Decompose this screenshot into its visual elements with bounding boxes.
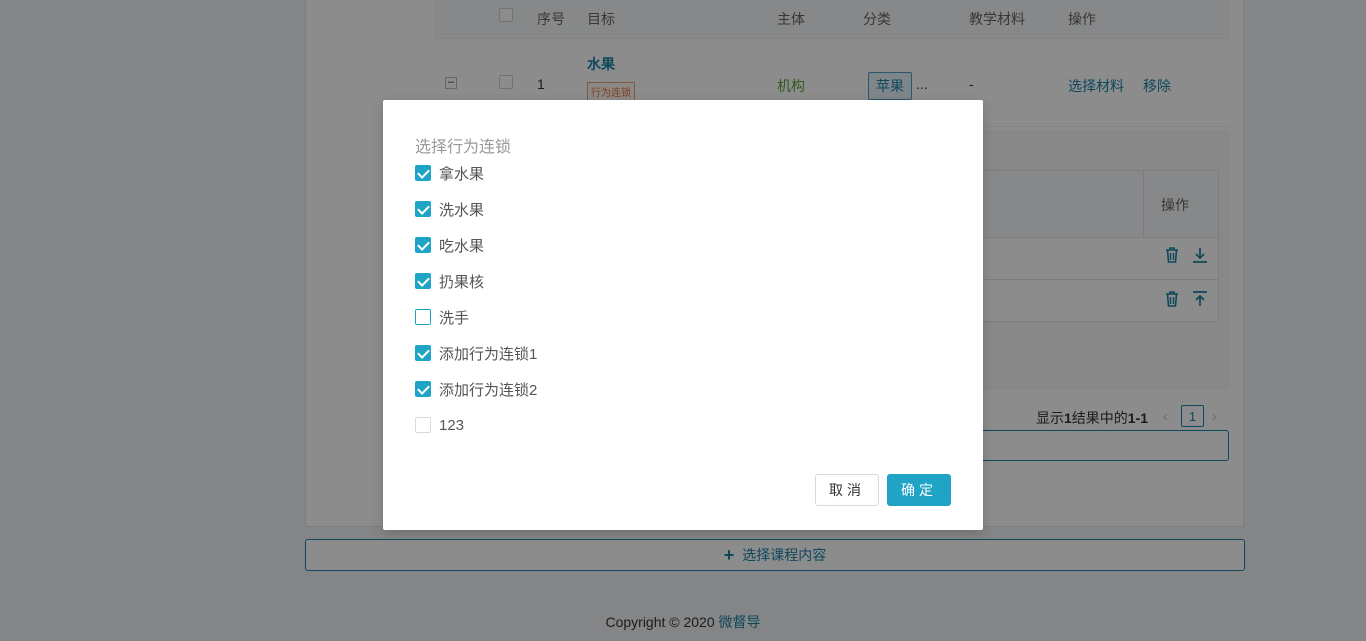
- checkbox-unchecked-icon[interactable]: [415, 417, 431, 433]
- option-label: 洗水果: [439, 201, 485, 219]
- option-label: 添加行为连锁2: [439, 381, 538, 399]
- option-item[interactable]: 添加行为连锁2: [415, 379, 537, 399]
- option-label: 拿水果: [439, 165, 485, 183]
- cancel-button[interactable]: 取消: [815, 474, 879, 506]
- option-item[interactable]: 拿水果: [415, 163, 484, 183]
- checkbox-checked-icon[interactable]: [415, 345, 431, 361]
- option-label: 扔果核: [439, 273, 485, 291]
- option-label: 吃水果: [439, 237, 485, 255]
- checkbox-checked-icon[interactable]: [415, 165, 431, 181]
- checkbox-checked-icon[interactable]: [415, 273, 431, 289]
- checkbox-checked-icon[interactable]: [415, 237, 431, 253]
- option-label: 洗手: [439, 309, 470, 327]
- checkbox-checked-icon[interactable]: [415, 381, 431, 397]
- option-item[interactable]: 添加行为连锁1: [415, 343, 537, 363]
- checkbox-checked-icon[interactable]: [415, 201, 431, 217]
- confirm-button[interactable]: 确定: [887, 474, 951, 506]
- checkbox-unchecked-icon[interactable]: [415, 309, 431, 325]
- option-item[interactable]: 洗水果: [415, 199, 484, 219]
- option-label: 123: [439, 416, 465, 434]
- option-label: 添加行为连锁1: [439, 345, 538, 363]
- option-item[interactable]: 洗手: [415, 307, 469, 327]
- option-item[interactable]: 123: [415, 415, 464, 435]
- option-item[interactable]: 扔果核: [415, 271, 484, 291]
- option-item[interactable]: 吃水果: [415, 235, 484, 255]
- modal-title: 选择行为连锁: [415, 139, 512, 156]
- behavior-chain-modal: 选择行为连锁 拿水果 洗水果 吃水果 扔果核 洗手 添加行为连锁1 添加行为连锁…: [383, 100, 983, 530]
